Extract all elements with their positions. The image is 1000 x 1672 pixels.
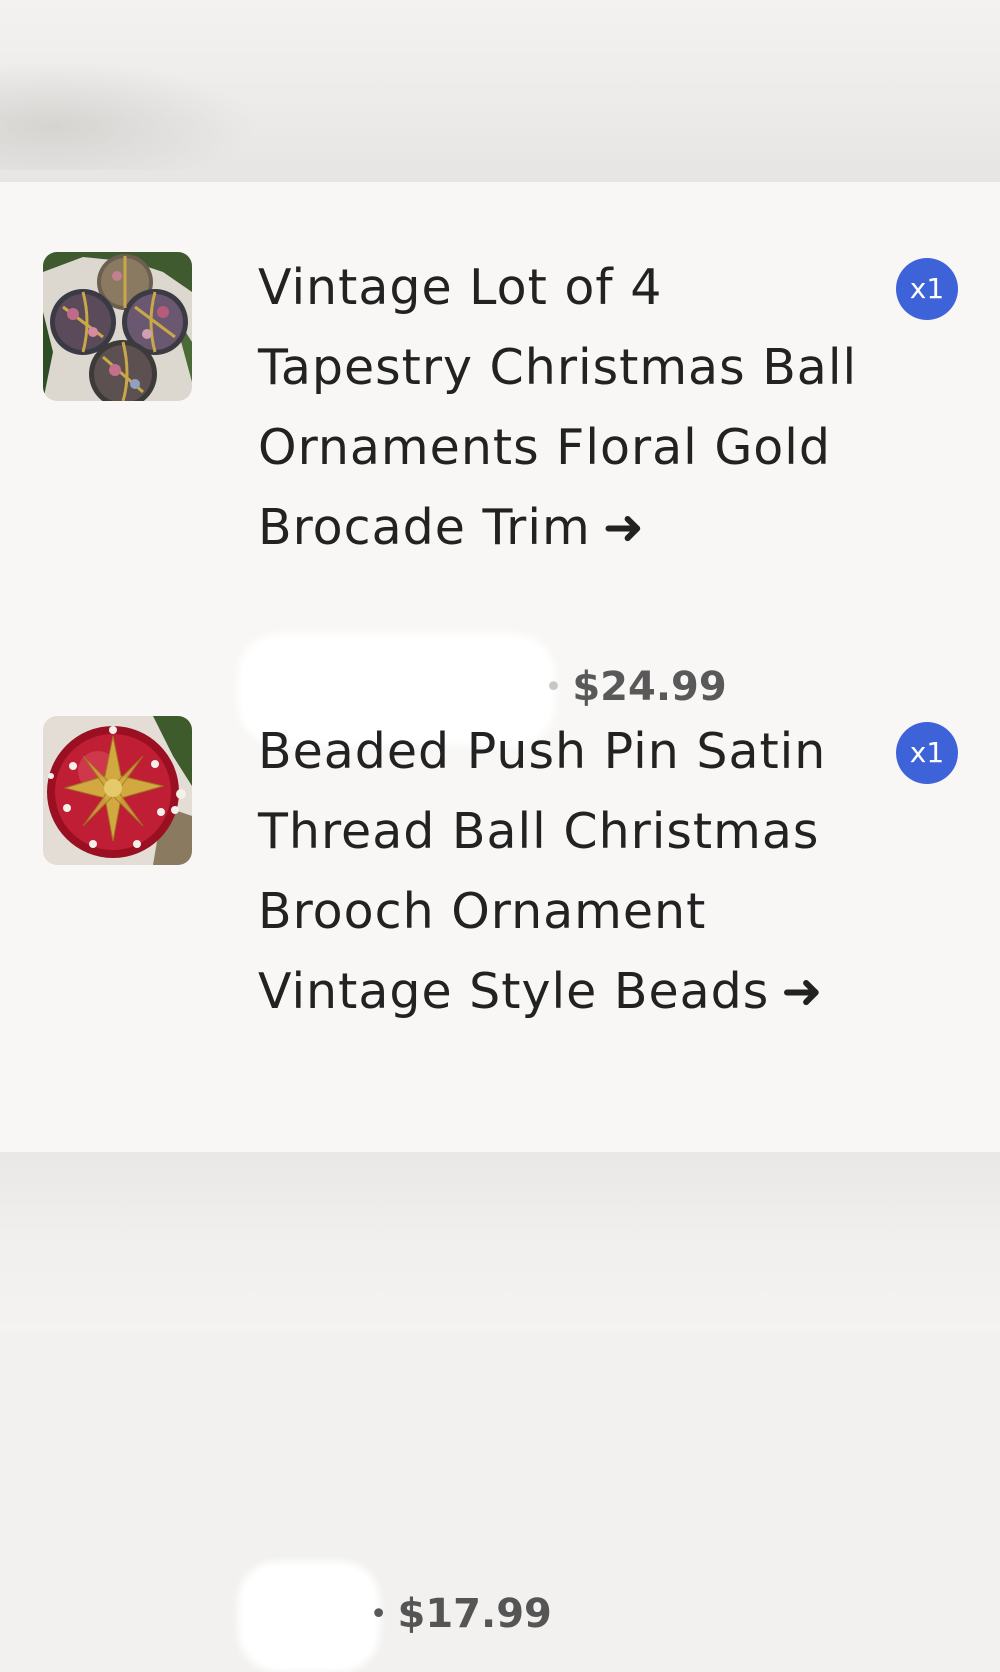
red-satin-ornament-image <box>43 716 192 865</box>
item-title-link[interactable]: Beaded Push Pin Satin Thread Ball Christ… <box>258 712 878 1032</box>
tapestry-ornaments-image <box>43 252 192 401</box>
order-items-card: Vintage Lot of 4 Tapestry Christmas Ball… <box>0 182 1000 1637</box>
item-title: Beaded Push Pin Satin Thread Ball Christ… <box>258 723 827 1020</box>
item-price: $17.99 <box>397 1591 552 1637</box>
backdrop-bottom <box>0 1152 1000 1333</box>
separator-dot: • <box>369 1596 388 1632</box>
item-thumbnail[interactable] <box>43 716 192 865</box>
item-thumbnail[interactable] <box>43 252 192 401</box>
redacted-seller: 1234 <box>258 1591 360 1637</box>
item-title-link[interactable]: Vintage Lot of 4 Tapestry Christmas Ball… <box>258 248 878 568</box>
backdrop-top <box>0 0 1000 182</box>
quantity-badge: x1 <box>896 258 958 320</box>
quantity-badge: x1 <box>896 722 958 784</box>
arrow-right-icon: ➜ <box>602 499 645 556</box>
redacted-seller: Vintage Lover <box>258 664 535 710</box>
item-meta-row: Vintage Lover • $24.99 <box>258 662 727 712</box>
separator-dot: • <box>544 669 563 705</box>
item-meta-row: 1234 • $17.99 <box>258 1589 552 1639</box>
item-title: Vintage Lot of 4 Tapestry Christmas Ball… <box>258 259 858 556</box>
arrow-right-icon: ➜ <box>781 963 824 1020</box>
item-price: $24.99 <box>572 664 727 710</box>
